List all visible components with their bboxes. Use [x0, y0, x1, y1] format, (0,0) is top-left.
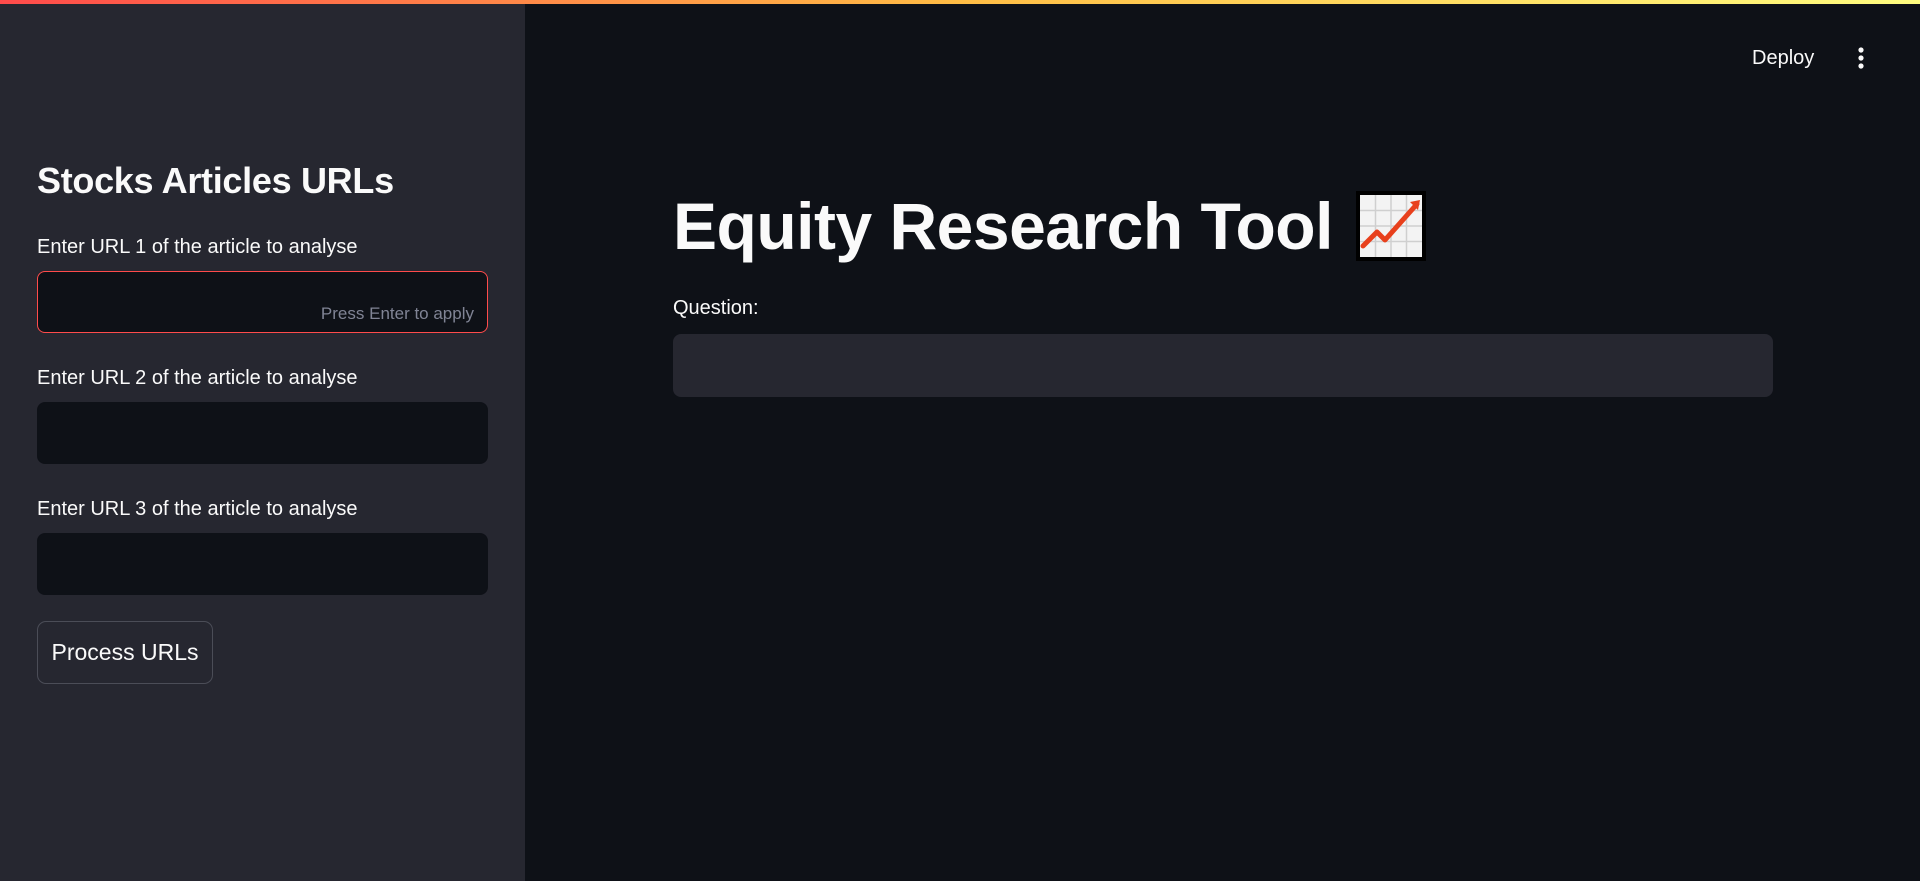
- url-1-input-wrapper: Press Enter to apply: [37, 271, 488, 333]
- deploy-button[interactable]: Deploy: [1752, 47, 1814, 70]
- url-1-field-group: Enter URL 1 of the article to analyse Pr…: [37, 233, 488, 333]
- press-enter-hint: Press Enter to apply: [320, 304, 474, 323]
- url-2-label: Enter URL 2 of the article to analyse: [37, 367, 358, 389]
- url-3-input-wrapper: [37, 533, 488, 595]
- url-3-label: Enter URL 3 of the article to analyse: [37, 498, 358, 520]
- sidebar: Stocks Articles URLs Enter URL 1 of the …: [0, 0, 525, 881]
- process-urls-button[interactable]: Process URLs: [37, 621, 213, 684]
- page-title-text: Equity Research Tool: [673, 189, 1333, 263]
- url-1-label: Enter URL 1 of the article to analyse: [37, 236, 358, 258]
- url-2-input-wrapper: [37, 402, 488, 464]
- url-3-input[interactable]: [38, 534, 487, 594]
- sidebar-title: Stocks Articles URLs: [37, 160, 394, 201]
- page-title: Equity Research Tool: [673, 188, 1427, 264]
- top-decoration-bar: [0, 0, 1920, 4]
- question-label: Question:: [673, 297, 759, 319]
- question-input-wrapper: [673, 334, 1773, 397]
- url-2-input[interactable]: [38, 403, 487, 463]
- vertical-ellipsis-icon[interactable]: [1855, 46, 1867, 70]
- question-input[interactable]: [673, 334, 1773, 397]
- url-3-field-group: Enter URL 3 of the article to analyse: [37, 495, 488, 595]
- chart-increasing-icon: [1355, 191, 1426, 261]
- url-2-field-group: Enter URL 2 of the article to analyse: [37, 364, 488, 464]
